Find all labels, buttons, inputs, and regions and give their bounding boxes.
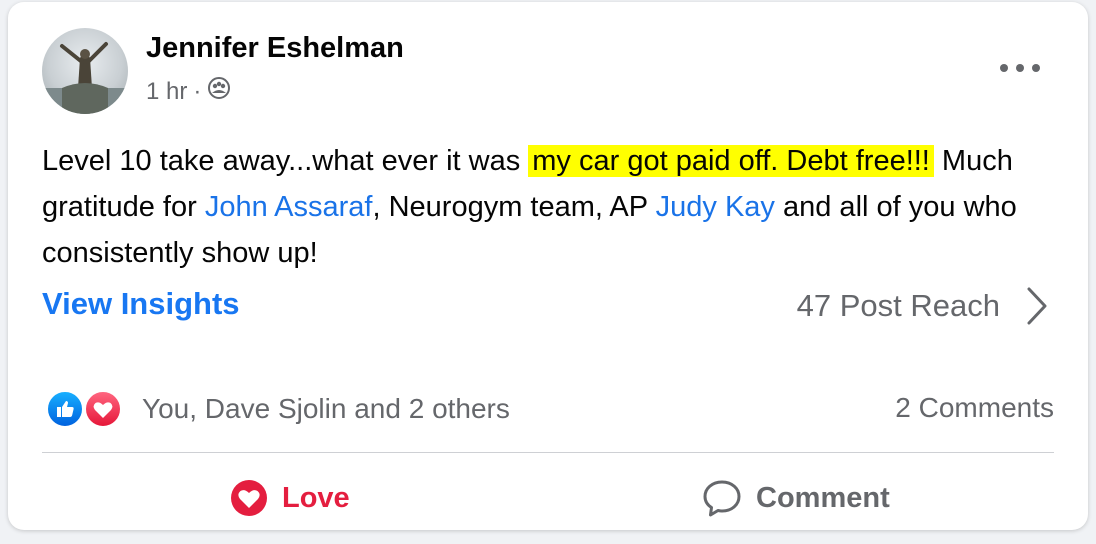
comment-icon: [703, 480, 741, 517]
like-icon: [46, 390, 84, 428]
meta-separator: ·: [193, 77, 202, 105]
comment-button[interactable]: Comment: [702, 472, 890, 524]
love-button[interactable]: Love: [230, 472, 350, 524]
post-meta: 1 hr ·: [146, 76, 231, 107]
reactions-label: You, Dave Sjolin and 2 others: [142, 393, 510, 424]
view-insights-link[interactable]: View Insights: [42, 286, 240, 322]
group-icon: [207, 76, 231, 107]
chevron-right-icon: [1027, 287, 1047, 325]
love-icon: [231, 480, 267, 516]
post-reach-button[interactable]: 47 Post Reach: [797, 286, 1048, 326]
highlighted-text: my car got paid off. Debt free!!!: [528, 145, 934, 177]
post-text-segment: Level 10 take away...what ever it was: [42, 145, 529, 177]
love-button-label: Love: [282, 481, 350, 514]
action-divider: [42, 452, 1054, 453]
author-avatar[interactable]: [42, 28, 128, 114]
post-card: Jennifer Eshelman 1 hr · Level 10 take a…: [8, 2, 1088, 530]
mention-john-assaraf[interactable]: John Assaraf: [205, 191, 373, 223]
post-reach-label: 47 Post Reach: [796, 288, 1000, 323]
mention-judy-kay[interactable]: Judy Kay: [656, 191, 775, 223]
author-name[interactable]: Jennifer Eshelman: [146, 32, 404, 65]
post-timestamp[interactable]: 1 hr: [146, 78, 187, 106]
more-options-icon[interactable]: [1000, 60, 1040, 76]
reactions-summary[interactable]: You, Dave Sjolin and 2 others: [46, 390, 510, 428]
post-text: Level 10 take away...what ever it was my…: [42, 138, 1062, 276]
comment-button-label: Comment: [756, 481, 890, 514]
love-icon: [84, 390, 122, 428]
post-text-segment: , Neurogym team, AP: [372, 191, 656, 223]
comments-count[interactable]: 2 Comments: [895, 392, 1054, 424]
